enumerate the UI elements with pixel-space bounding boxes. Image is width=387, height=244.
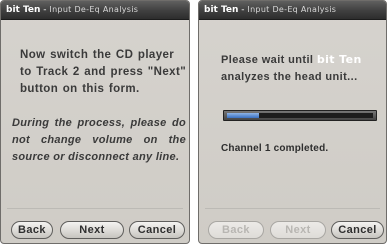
wait-brand: bit Ten [316, 53, 362, 66]
warning-note: During the process, please do not change… [12, 117, 186, 163]
title-bar: bit Ten - Input De-Eq Analysis [1, 1, 189, 20]
back-button[interactable]: Back [208, 221, 264, 239]
status-text: Channel 1 completed. [221, 143, 329, 154]
brand-logo: bit Ten [204, 5, 239, 15]
next-button[interactable]: Next [270, 221, 326, 239]
next-button[interactable]: Next [60, 221, 124, 239]
brand-logo: bit Ten [6, 5, 41, 15]
divider [7, 208, 183, 209]
instruction-text: Now switch the CD player to Track 2 and … [20, 49, 187, 95]
window-title: Input De-Eq Analysis [247, 5, 337, 14]
progress-fill [227, 113, 260, 118]
step2-window: bit Ten - Input De-Eq Analysis Please wa… [198, 0, 387, 244]
cancel-button[interactable]: Cancel [129, 221, 185, 239]
cancel-button[interactable]: Cancel [331, 221, 384, 239]
wait-text-end: analyzes the head unit... [221, 71, 358, 83]
title-bar: bit Ten - Input De-Eq Analysis [199, 1, 386, 20]
back-button[interactable]: Back [11, 221, 53, 239]
progress-track [227, 113, 373, 118]
wait-message: Please wait until bit Ten analyzes the h… [221, 51, 383, 86]
window-title: Input De-Eq Analysis [49, 5, 139, 14]
analysis-progress-bar [223, 110, 377, 121]
divider [205, 208, 380, 209]
step1-window: bit Ten - Input De-Eq Analysis Now switc… [0, 0, 190, 244]
wait-text-start: Please wait until [221, 54, 317, 66]
